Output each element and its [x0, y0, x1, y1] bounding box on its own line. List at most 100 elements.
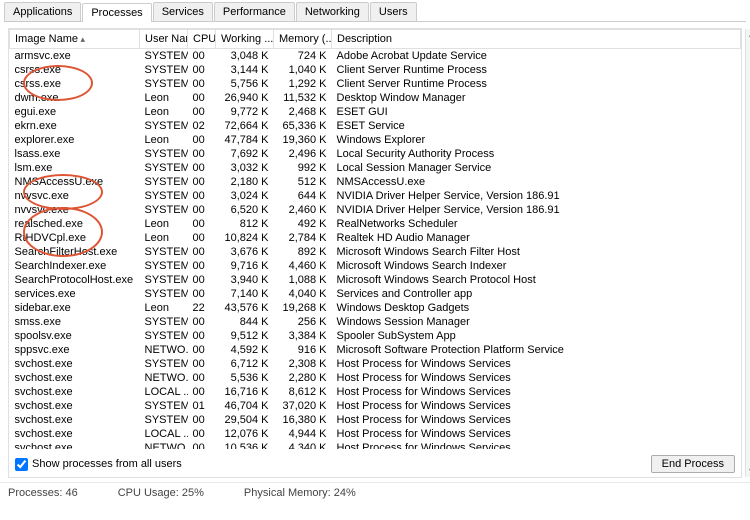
table-row[interactable]: dwm.exeLeon0026,940 K11,532 KDesktop Win…: [10, 91, 741, 105]
cell-description: NMSAccessU.exe: [332, 175, 741, 189]
cell-cpu: 00: [188, 259, 216, 273]
cell-image-name: csrss.exe: [10, 77, 140, 91]
cell-user-name: SYSTEM: [140, 161, 188, 175]
table-row[interactable]: spoolsv.exeSYSTEM009,512 K3,384 KSpooler…: [10, 329, 741, 343]
column-user-name[interactable]: User Name: [140, 30, 188, 49]
cell-user-name: LOCAL ...: [140, 385, 188, 399]
status-cpu: CPU Usage: 25%: [118, 487, 204, 499]
cell-user-name: SYSTEM: [140, 147, 188, 161]
show-all-users-checkbox[interactable]: [15, 458, 28, 471]
table-row[interactable]: SearchFilterHost.exeSYSTEM003,676 K892 K…: [10, 245, 741, 259]
cell-working-set: 3,024 K: [216, 189, 274, 203]
column-description[interactable]: Description: [332, 30, 741, 49]
process-list-scroll[interactable]: Image Name User Name CPU Working ... Mem…: [9, 29, 741, 449]
cell-image-name: SearchIndexer.exe: [10, 259, 140, 273]
cell-user-name: Leon: [140, 231, 188, 245]
end-process-button[interactable]: End Process: [651, 455, 735, 473]
outer-scrollbar[interactable]: ▴ ▾: [745, 29, 750, 477]
tab-processes[interactable]: Processes: [82, 3, 151, 22]
table-row[interactable]: realsched.exeLeon00812 K492 KRealNetwork…: [10, 217, 741, 231]
cell-image-name: lsass.exe: [10, 147, 140, 161]
cell-working-set: 9,512 K: [216, 329, 274, 343]
table-row[interactable]: RtHDVCpl.exeLeon0010,824 K2,784 KRealtek…: [10, 231, 741, 245]
table-row[interactable]: svchost.exeNETWO...0010,536 K4,340 KHost…: [10, 441, 741, 449]
cell-memory: 992 K: [274, 161, 332, 175]
table-row[interactable]: armsvc.exeSYSTEM003,048 K724 KAdobe Acro…: [10, 49, 741, 64]
table-row[interactable]: smss.exeSYSTEM00844 K256 KWindows Sessio…: [10, 315, 741, 329]
cell-working-set: 3,940 K: [216, 273, 274, 287]
table-row[interactable]: svchost.exeNETWO...005,536 K2,280 KHost …: [10, 371, 741, 385]
cell-description: Host Process for Windows Services: [332, 385, 741, 399]
column-memory[interactable]: Memory (...: [274, 30, 332, 49]
cell-image-name: nvvsvc.exe: [10, 189, 140, 203]
cell-memory: 256 K: [274, 315, 332, 329]
cell-image-name: armsvc.exe: [10, 49, 140, 64]
cell-description: Local Security Authority Process: [332, 147, 741, 161]
table-row[interactable]: svchost.exeSYSTEM0029,504 K16,380 KHost …: [10, 413, 741, 427]
cell-cpu: 00: [188, 147, 216, 161]
cell-image-name: services.exe: [10, 287, 140, 301]
table-row[interactable]: csrss.exeSYSTEM003,144 K1,040 KClient Se…: [10, 63, 741, 77]
table-row[interactable]: lsm.exeSYSTEM003,032 K992 KLocal Session…: [10, 161, 741, 175]
tab-services[interactable]: Services: [153, 2, 213, 21]
column-image-name[interactable]: Image Name: [10, 30, 140, 49]
cell-cpu: 00: [188, 217, 216, 231]
cell-memory: 1,040 K: [274, 63, 332, 77]
tab-performance[interactable]: Performance: [214, 2, 295, 21]
table-row[interactable]: ekrn.exeSYSTEM0272,664 K65,336 KESET Ser…: [10, 119, 741, 133]
column-working-set[interactable]: Working ...: [216, 30, 274, 49]
table-row[interactable]: svchost.exeLOCAL ...0012,076 K4,944 KHos…: [10, 427, 741, 441]
cell-working-set: 10,824 K: [216, 231, 274, 245]
cell-user-name: SYSTEM: [140, 413, 188, 427]
cell-image-name: svchost.exe: [10, 441, 140, 449]
cell-cpu: 00: [188, 343, 216, 357]
cell-memory: 724 K: [274, 49, 332, 64]
table-row[interactable]: services.exeSYSTEM007,140 K4,040 KServic…: [10, 287, 741, 301]
tab-applications[interactable]: Applications: [4, 2, 81, 21]
cell-memory: 916 K: [274, 343, 332, 357]
cell-memory: 4,340 K: [274, 441, 332, 449]
table-row[interactable]: explorer.exeLeon0047,784 K19,360 KWindow…: [10, 133, 741, 147]
cell-working-set: 43,576 K: [216, 301, 274, 315]
cell-cpu: 00: [188, 315, 216, 329]
cell-description: Client Server Runtime Process: [332, 77, 741, 91]
cell-cpu: 02: [188, 119, 216, 133]
cell-working-set: 844 K: [216, 315, 274, 329]
show-all-users-label[interactable]: Show processes from all users: [15, 458, 182, 471]
cell-description: ESET Service: [332, 119, 741, 133]
cell-memory: 65,336 K: [274, 119, 332, 133]
cell-user-name: LOCAL ...: [140, 427, 188, 441]
column-cpu[interactable]: CPU: [188, 30, 216, 49]
table-row[interactable]: svchost.exeLOCAL ...0016,716 K8,612 KHos…: [10, 385, 741, 399]
cell-image-name: RtHDVCpl.exe: [10, 231, 140, 245]
tab-networking[interactable]: Networking: [296, 2, 369, 21]
table-row[interactable]: egui.exeLeon009,772 K2,468 KESET GUI: [10, 105, 741, 119]
cell-description: Microsoft Windows Search Filter Host: [332, 245, 741, 259]
cell-user-name: SYSTEM: [140, 245, 188, 259]
table-row[interactable]: svchost.exeSYSTEM0146,704 K37,020 KHost …: [10, 399, 741, 413]
table-row[interactable]: nvvsvc.exeSYSTEM006,520 K2,460 KNVIDIA D…: [10, 203, 741, 217]
table-row[interactable]: NMSAccessU.exeSYSTEM002,180 K512 KNMSAcc…: [10, 175, 741, 189]
cell-working-set: 4,592 K: [216, 343, 274, 357]
table-row[interactable]: sidebar.exeLeon2243,576 K19,268 KWindows…: [10, 301, 741, 315]
tab-users[interactable]: Users: [370, 2, 417, 21]
cell-memory: 16,380 K: [274, 413, 332, 427]
cell-memory: 2,460 K: [274, 203, 332, 217]
cell-memory: 8,612 K: [274, 385, 332, 399]
cell-user-name: SYSTEM: [140, 399, 188, 413]
cell-working-set: 3,048 K: [216, 49, 274, 64]
cell-description: ESET GUI: [332, 105, 741, 119]
cell-working-set: 9,716 K: [216, 259, 274, 273]
cell-image-name: svchost.exe: [10, 385, 140, 399]
table-row[interactable]: lsass.exeSYSTEM007,692 K2,496 KLocal Sec…: [10, 147, 741, 161]
table-row[interactable]: SearchIndexer.exeSYSTEM009,716 K4,460 KM…: [10, 259, 741, 273]
cell-memory: 644 K: [274, 189, 332, 203]
table-row[interactable]: svchost.exeSYSTEM006,712 K2,308 KHost Pr…: [10, 357, 741, 371]
cell-memory: 19,268 K: [274, 301, 332, 315]
table-row[interactable]: csrss.exeSYSTEM005,756 K1,292 KClient Se…: [10, 77, 741, 91]
cell-image-name: csrss.exe: [10, 63, 140, 77]
table-row[interactable]: sppsvc.exeNETWO...004,592 K916 KMicrosof…: [10, 343, 741, 357]
cell-user-name: SYSTEM: [140, 49, 188, 64]
table-row[interactable]: nvvsvc.exeSYSTEM003,024 K644 KNVIDIA Dri…: [10, 189, 741, 203]
table-row[interactable]: SearchProtocolHost.exeSYSTEM003,940 K1,0…: [10, 273, 741, 287]
